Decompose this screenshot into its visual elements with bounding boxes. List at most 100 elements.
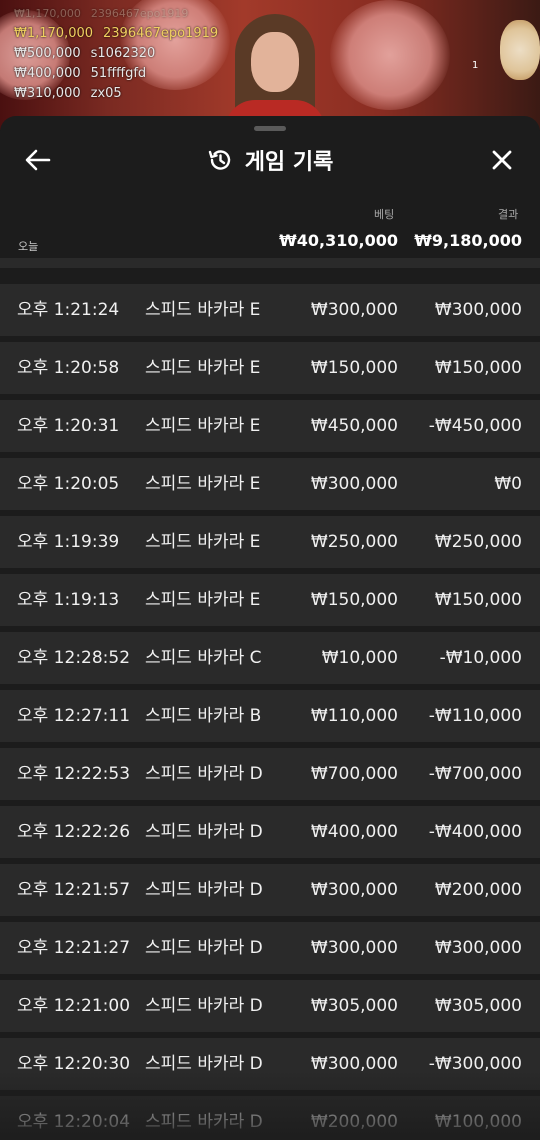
row-bet: ₩450,000 — [310, 416, 398, 436]
page-title: 게임 기록 — [244, 150, 334, 175]
table-row[interactable]: 오후 12:21:00 스피드 바카라 D ₩305,000 ₩305,000 — [0, 980, 540, 1032]
table-row[interactable]: 오후 12:20:30 스피드 바카라 D ₩300,000 -₩300,000 — [0, 1038, 540, 1090]
bettor-user: 51ffffgfd — [90, 66, 147, 81]
row-result: -₩300,000 — [428, 1054, 522, 1074]
row-bet: ₩300,000 — [310, 474, 398, 494]
row-time: 오후 12:21:57 — [17, 880, 131, 900]
row-bet: ₩400,000 — [310, 822, 398, 842]
bettor-row: ₩400,000 51ffffgfd — [14, 64, 218, 84]
table-row[interactable]: 오후 1:20:31 스피드 바카라 E ₩450,000 -₩450,000 — [0, 400, 540, 452]
row-game: 스피드 바카라 E — [145, 416, 261, 436]
row-time: 오후 12:22:26 — [17, 822, 131, 842]
row-time: 오후 12:21:27 — [17, 938, 131, 958]
row-game: 스피드 바카라 E — [145, 474, 261, 494]
table-row[interactable]: 오후 1:19:39 스피드 바카라 E ₩250,000 ₩250,000 — [0, 516, 540, 568]
table-row[interactable]: 오후 1:19:13 스피드 바카라 E ₩150,000 ₩150,000 — [0, 574, 540, 626]
bettor-row: ₩500,000 s1062320 — [14, 44, 218, 64]
row-game: 스피드 바카라 D — [145, 1112, 263, 1132]
table-row[interactable]: 오후 1:21:24 스피드 바카라 E ₩300,000 ₩300,000 — [0, 284, 540, 336]
row-bet: ₩300,000 — [310, 300, 398, 320]
row-game: 스피드 바카라 D — [145, 996, 263, 1016]
row-result: ₩300,000 — [434, 300, 522, 320]
total-bet: ₩40,310,000 — [279, 231, 398, 250]
row-game: 스피드 바카라 D — [145, 1054, 263, 1074]
top-bettors-list: ₩1,170,000 2396467epo1919 ₩1,170,000 23964… — [14, 4, 218, 104]
row-bet: ₩300,000 — [310, 938, 398, 958]
row-bet: ₩250,000 — [310, 532, 398, 552]
table-row[interactable]: 오후 12:22:53 스피드 바카라 D ₩700,000 -₩700,000 — [0, 748, 540, 800]
table-row[interactable]: 오후 12:27:11 스피드 바카라 B ₩110,000 -₩110,000 — [0, 690, 540, 742]
row-game: 스피드 바카라 E — [145, 590, 261, 610]
row-time: 오후 12:22:53 — [17, 764, 131, 784]
row-time: 오후 12:27:11 — [17, 706, 131, 726]
row-result: -₩450,000 — [428, 416, 522, 436]
row-result: -₩400,000 — [428, 822, 522, 842]
row-time: 오후 12:20:30 — [17, 1054, 131, 1074]
row-result: ₩250,000 — [434, 532, 522, 552]
column-header-result: 결과 — [498, 208, 519, 221]
bettor-amount: ₩500,000 — [14, 46, 81, 61]
history-list[interactable]: 오후 1:21:24 스피드 바카라 E ₩300,000 ₩300,000 오… — [0, 258, 540, 1140]
bettor-row: ₩1,170,000 2396467epo1919 — [14, 24, 218, 44]
row-time: 오후 1:19:13 — [17, 590, 120, 610]
table-row[interactable]: 오후 12:28:52 스피드 바카라 C ₩10,000 -₩10,000 — [0, 632, 540, 684]
row-time: 오후 1:19:39 — [17, 532, 120, 552]
bettor-row: ₩1,170,000 2396467epo1919 — [14, 4, 218, 24]
row-game: 스피드 바카라 E — [145, 532, 261, 552]
blossom-decoration — [330, 0, 450, 110]
row-result: -₩700,000 — [428, 764, 522, 784]
close-icon — [492, 150, 512, 170]
row-result: ₩150,000 — [434, 590, 522, 610]
dealer-figure — [225, 10, 325, 130]
bettor-user: zx05 — [90, 86, 122, 101]
bettor-user: 2396467epo1919 — [103, 26, 219, 41]
table-row[interactable]: 오후 12:21:27 스피드 바카라 D ₩300,000 ₩300,000 — [0, 922, 540, 974]
row-game: 스피드 바카라 E — [145, 300, 261, 320]
row-game: 스피드 바카라 E — [145, 358, 261, 378]
row-game: 스피드 바카라 B — [145, 706, 262, 726]
row-result: ₩0 — [494, 474, 522, 494]
live-video-background: ₩1,170,000 2396467epo1919 ₩1,170,000 23964… — [0, 0, 540, 130]
row-bet: ₩110,000 — [310, 706, 398, 726]
bettor-user: s1062320 — [90, 46, 156, 61]
bettor-amount: ₩310,000 — [14, 86, 81, 101]
row-bet: ₩300,000 — [310, 880, 398, 900]
row-time: 오후 1:20:31 — [17, 416, 120, 436]
bettor-amount: ₩400,000 — [14, 66, 81, 81]
row-time: 오후 1:20:05 — [17, 474, 120, 494]
table-row[interactable]: 오후 12:21:57 스피드 바카라 D ₩300,000 ₩200,000 — [0, 864, 540, 916]
row-bet: ₩200,000 — [310, 1112, 398, 1132]
row-game: 스피드 바카라 C — [145, 648, 262, 668]
total-result: ₩9,180,000 — [414, 231, 522, 250]
video-marker: 1 — [472, 60, 479, 71]
column-header-bet: 베팅 — [374, 208, 395, 221]
lantern-decoration — [500, 20, 540, 80]
row-time: 오후 1:20:58 — [17, 358, 120, 378]
row-game: 스피드 바카라 D — [145, 764, 263, 784]
row-result: ₩305,000 — [434, 996, 522, 1016]
drag-handle[interactable] — [254, 126, 286, 131]
header: 게임 기록 — [0, 142, 540, 178]
row-time: 오후 1:21:24 — [17, 300, 120, 320]
row-result: ₩300,000 — [434, 938, 522, 958]
table-row[interactable]: 오후 1:20:58 스피드 바카라 E ₩150,000 ₩150,000 — [0, 342, 540, 394]
row-result: ₩150,000 — [434, 358, 522, 378]
row-bet: ₩305,000 — [310, 996, 398, 1016]
row-game: 스피드 바카라 D — [145, 938, 263, 958]
bettor-user: 2396467epo1919 — [90, 7, 189, 20]
history-clock-icon — [208, 150, 230, 170]
row-game: 스피드 바카라 D — [145, 880, 263, 900]
table-row[interactable]: 오후 12:22:26 스피드 바카라 D ₩400,000 -₩400,000 — [0, 806, 540, 858]
bettor-amount: ₩1,170,000 — [14, 26, 94, 41]
row-bet: ₩150,000 — [310, 358, 398, 378]
row-result: ₩100,000 — [434, 1112, 522, 1132]
table-row[interactable]: 오후 1:20:05 스피드 바카라 E ₩300,000 ₩0 — [0, 458, 540, 510]
row-bet: ₩700,000 — [310, 764, 398, 784]
close-button[interactable] — [486, 144, 518, 176]
row-bet: ₩10,000 — [321, 648, 398, 668]
table-row[interactable]: 오후 12:20:04 스피드 바카라 D ₩200,000 ₩100,000 — [0, 1096, 540, 1140]
game-history-sheet: 게임 기록 베팅 결과 오늘 ₩40,310,000 ₩9,180,000 오후… — [0, 116, 540, 1140]
row-result: ₩200,000 — [434, 880, 522, 900]
row-time: 오후 12:21:00 — [17, 996, 131, 1016]
row-time: 오후 12:20:04 — [17, 1112, 131, 1132]
